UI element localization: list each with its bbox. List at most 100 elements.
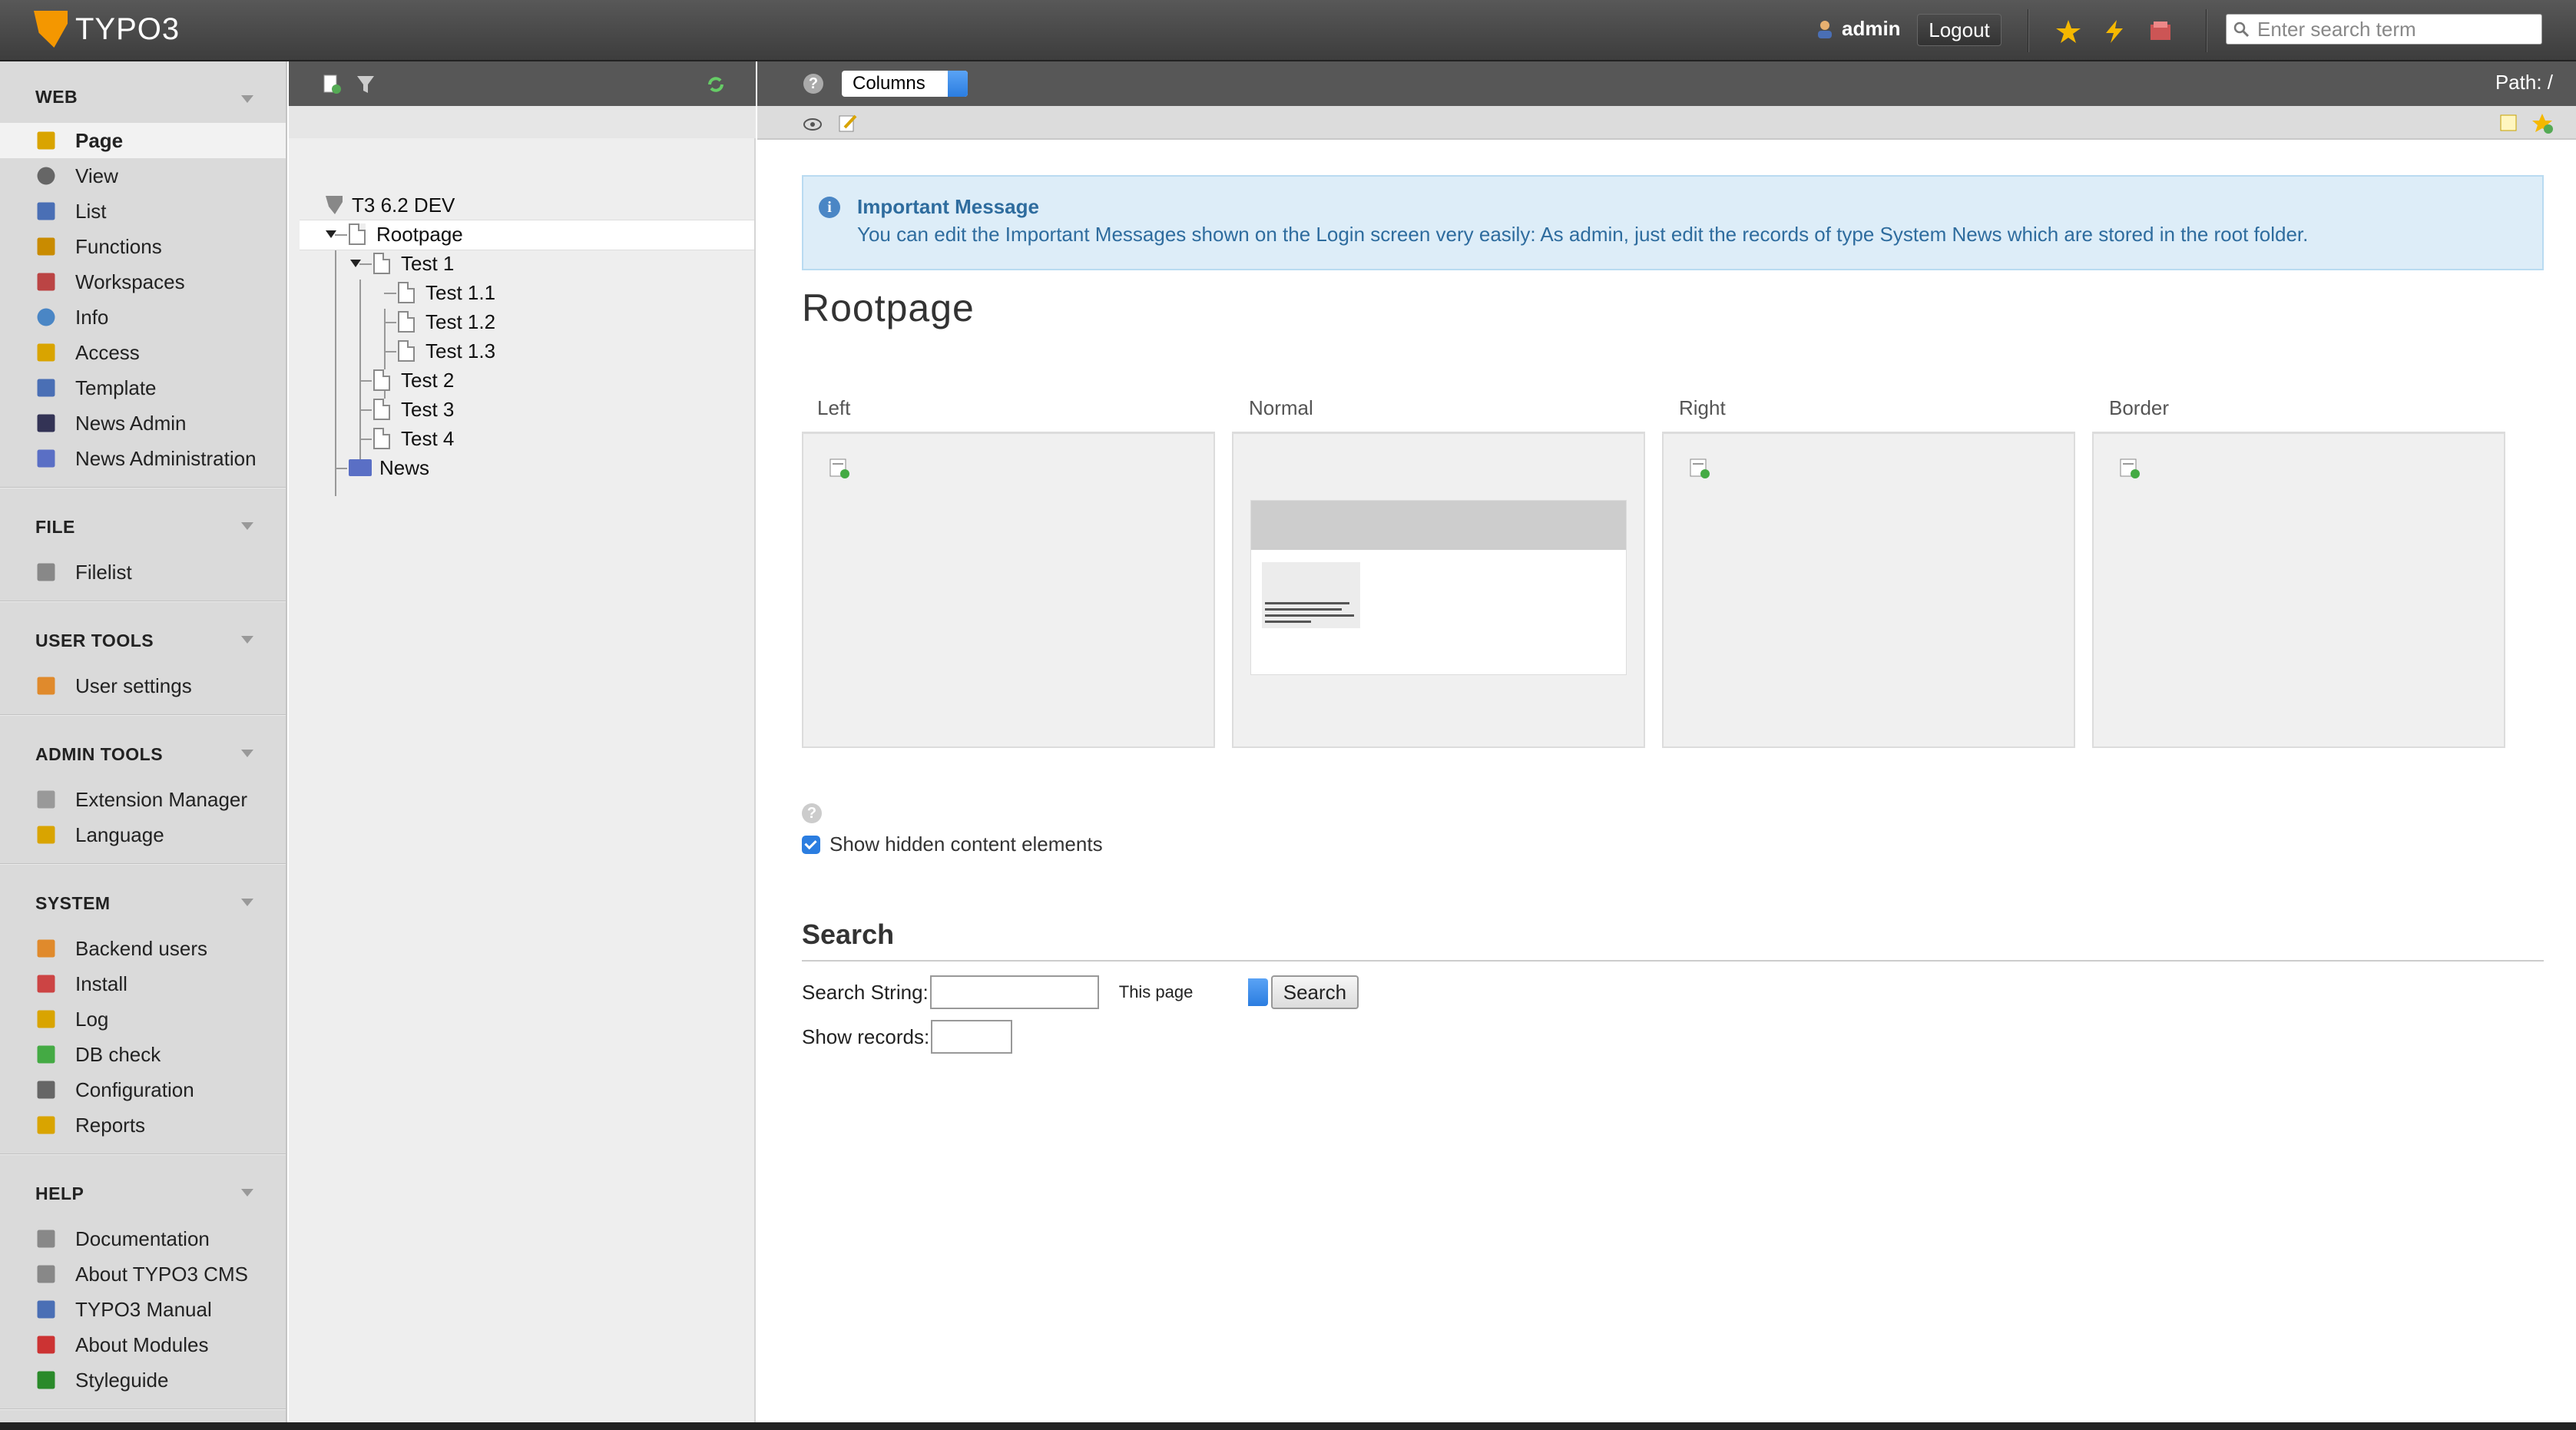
module-group: WEB Page View List Functions Workspaces Info Ac…: [0, 61, 286, 488]
view-mode-value: Columns: [853, 73, 925, 94]
module-item[interactable]: Log: [0, 1001, 286, 1037]
new-content-icon[interactable]: [1688, 457, 1711, 480]
language-icon: [37, 826, 55, 844]
news-admin-icon: [37, 414, 55, 432]
module-item[interactable]: Functions: [0, 229, 286, 264]
module-item[interactable]: About TYPO3 CMS: [0, 1256, 286, 1292]
user-menu[interactable]: admin: [1814, 17, 1901, 41]
collapse-triangle-icon[interactable]: [241, 95, 253, 103]
tree-node[interactable]: Test 1.1: [384, 278, 495, 307]
tree-root[interactable]: T3 6.2 DEV: [324, 190, 455, 220]
search-scope-value: This page: [1118, 982, 1194, 1001]
module-item[interactable]: View: [0, 158, 286, 194]
module-item[interactable]: Info: [0, 300, 286, 335]
module-item[interactable]: About Modules: [0, 1327, 286, 1362]
search-input[interactable]: Enter search term: [2226, 14, 2542, 45]
tree-node[interactable]: News: [335, 453, 429, 482]
module-group-header[interactable]: USER TOOLS: [0, 602, 286, 668]
collapse-triangle-icon[interactable]: [241, 750, 253, 757]
module-item[interactable]: Language: [0, 817, 286, 852]
show-records-input[interactable]: [931, 1020, 1013, 1054]
module-item[interactable]: Configuration: [0, 1072, 286, 1107]
view-mode-select[interactable]: Columns: [842, 71, 968, 97]
filter-icon[interactable]: [355, 74, 376, 95]
help-icon[interactable]: ?: [802, 803, 822, 823]
tree-node[interactable]: Test 1: [350, 249, 455, 278]
show-hidden-checkbox[interactable]: [802, 835, 820, 854]
module-group-header[interactable]: HELP: [0, 1155, 286, 1221]
flash-clear-cache-icon[interactable]: [2101, 18, 2127, 45]
manual-icon: [37, 1300, 55, 1319]
module-item-label: Workspaces: [75, 270, 185, 293]
new-page-icon[interactable]: [321, 74, 343, 95]
logout-button[interactable]: Logout: [1917, 14, 2002, 46]
module-item[interactable]: News Admin: [0, 405, 286, 441]
page-icon: [373, 369, 390, 391]
module-item[interactable]: User settings: [0, 668, 286, 703]
new-content-icon[interactable]: [2118, 457, 2141, 480]
module-group-header[interactable]: WEB: [0, 61, 286, 123]
user-icon: [1818, 20, 1832, 38]
typo3-logo[interactable]: TYPO3: [34, 11, 180, 48]
backend-users-icon: [37, 939, 55, 958]
module-item[interactable]: Documentation: [0, 1221, 286, 1256]
module-item[interactable]: Access: [0, 335, 286, 370]
bookmark-star-icon[interactable]: [2055, 18, 2081, 45]
column-header-border: Border: [2109, 396, 2170, 419]
chevron-down-icon: [948, 71, 968, 97]
search-scope-select[interactable]: This page: [1109, 978, 1268, 1006]
module-group-header[interactable]: ADMIN TOOLS: [0, 716, 286, 782]
module-item[interactable]: Template: [0, 370, 286, 405]
module-item[interactable]: Install: [0, 966, 286, 1001]
help-icon[interactable]: ?: [803, 74, 823, 94]
page-icon: [373, 399, 390, 420]
collapse-triangle-icon[interactable]: [241, 522, 253, 530]
view-page-icon[interactable]: [802, 112, 823, 134]
module-item[interactable]: Styleguide: [0, 1362, 286, 1398]
column-header-normal: Normal: [1249, 396, 1313, 419]
add-shortcut-icon[interactable]: [2531, 112, 2554, 135]
page-title: Rootpage: [802, 286, 975, 329]
username: admin: [1842, 17, 1901, 40]
module-item[interactable]: Backend users: [0, 931, 286, 966]
shortcut-icon[interactable]: [2498, 112, 2519, 134]
refresh-icon[interactable]: [705, 74, 727, 95]
tree-node[interactable]: Test 3: [359, 395, 454, 424]
module-group-title: FILE: [35, 517, 75, 537]
module-item[interactable]: Reports: [0, 1107, 286, 1143]
workspace-icon[interactable]: [2147, 18, 2174, 45]
new-content-icon[interactable]: [828, 457, 851, 480]
column-normal: [1232, 432, 1645, 748]
reports-icon: [37, 1116, 55, 1134]
module-item[interactable]: Extension Manager: [0, 782, 286, 817]
module-item[interactable]: List: [0, 194, 286, 229]
search-string-input[interactable]: [929, 975, 1099, 1009]
module-item[interactable]: DB check: [0, 1037, 286, 1072]
collapse-triangle-icon[interactable]: [241, 899, 253, 906]
tree-node[interactable]: Rootpage: [326, 220, 463, 249]
tree-node[interactable]: Test 2: [359, 366, 454, 395]
top-bar: TYPO3 admin Logout Enter search term: [0, 0, 2576, 61]
edit-page-icon[interactable]: [837, 112, 859, 134]
tree-node-label: Test 4: [401, 426, 455, 450]
module-item-label: Access: [75, 340, 140, 364]
tree-node[interactable]: Test 1.3: [384, 336, 495, 366]
collapse-triangle-icon[interactable]: [241, 1189, 253, 1197]
show-hidden-toggle[interactable]: Show hidden content elements: [802, 833, 1103, 856]
search-button[interactable]: Search: [1270, 975, 1359, 1009]
tree-node[interactable]: Test 4: [359, 424, 454, 453]
module-item-label: List: [75, 199, 107, 223]
tree-node[interactable]: Test 1.2: [384, 307, 495, 336]
module-group: FILE Filelist: [0, 488, 286, 602]
module-group-header[interactable]: FILE: [0, 488, 286, 554]
collapse-triangle-icon[interactable]: [241, 636, 253, 644]
module-item[interactable]: Filelist: [0, 554, 286, 590]
module-item[interactable]: Workspaces: [0, 264, 286, 300]
module-item[interactable]: News Administration: [0, 441, 286, 476]
content-element[interactable]: [1250, 500, 1627, 675]
page-icon: [373, 253, 390, 274]
module-item[interactable]: Page: [0, 123, 286, 158]
tree-node-label: Test 1: [401, 251, 455, 275]
module-group-header[interactable]: SYSTEM: [0, 865, 286, 931]
module-item[interactable]: TYPO3 Manual: [0, 1292, 286, 1327]
